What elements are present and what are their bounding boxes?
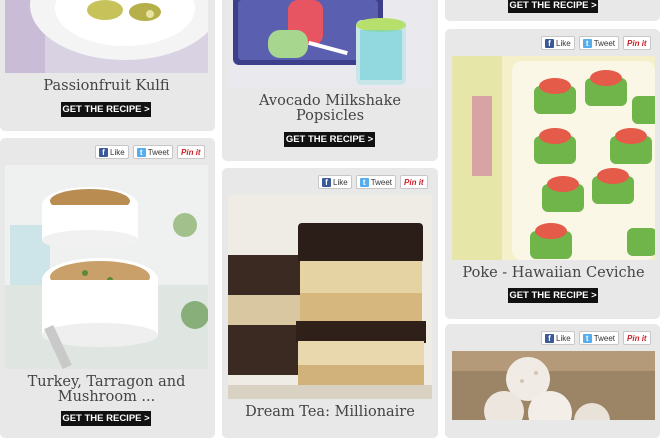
tweet-label: Tweet xyxy=(593,38,616,48)
recipe-photo[interactable] xyxy=(228,195,432,399)
tweet-button[interactable]: t Tweet xyxy=(355,175,397,189)
twitter-icon: t xyxy=(136,147,146,157)
recipe-card-doughnuts: f Like t Tweet Pin it xyxy=(445,324,660,438)
share-bar: f Like t Tweet Pin it xyxy=(95,145,205,159)
millionaire-shortbread-illustration xyxy=(228,195,432,399)
tweet-label: Tweet xyxy=(370,177,393,187)
like-label: Like xyxy=(556,333,571,343)
recipe-title[interactable]: Passionfruit Kulfi xyxy=(5,79,208,94)
facebook-like-button[interactable]: f Like xyxy=(541,36,575,50)
recipe-photo[interactable] xyxy=(5,165,208,369)
facebook-like-button[interactable]: f Like xyxy=(318,175,352,189)
sugared-doughnuts-illustration xyxy=(452,351,655,420)
facebook-icon: f xyxy=(545,333,554,343)
tweet-button[interactable]: t Tweet xyxy=(578,331,620,345)
pin-it-button[interactable]: Pin it xyxy=(177,145,205,159)
get-recipe-button[interactable]: GET THE RECIPE > xyxy=(508,288,598,303)
tweet-button[interactable]: t Tweet xyxy=(578,36,620,50)
turkey-ramekins-illustration xyxy=(5,165,208,369)
twitter-icon: t xyxy=(582,38,592,48)
facebook-like-button[interactable]: f Like xyxy=(541,331,575,345)
share-bar: f Like t Tweet Pin it xyxy=(318,175,428,189)
facebook-icon: f xyxy=(322,177,331,187)
pin-label: Pin it xyxy=(404,177,424,187)
pin-it-button[interactable]: Pin it xyxy=(400,175,428,189)
recipe-card-passionfruit-kulfi: Passionfruit Kulfi GET THE RECIPE > xyxy=(0,0,215,131)
recipe-title[interactable]: Dream Tea: Millionaire xyxy=(228,405,432,420)
facebook-like-button[interactable]: f Like xyxy=(95,145,129,159)
kulfi-dish-illustration xyxy=(5,0,208,73)
pin-label: Pin it xyxy=(627,38,647,48)
tweet-button[interactable]: t Tweet xyxy=(132,145,174,159)
recipe-photo[interactable] xyxy=(5,0,208,73)
get-recipe-button[interactable]: GET THE RECIPE > xyxy=(284,132,375,147)
like-label: Like xyxy=(110,147,125,157)
get-recipe-button[interactable]: GET THE RECIPE > xyxy=(61,411,151,426)
like-label: Like xyxy=(333,177,348,187)
tweet-label: Tweet xyxy=(147,147,170,157)
share-bar: f Like t Tweet Pin it xyxy=(541,331,651,345)
recipe-card-millionaire: f Like t Tweet Pin it Dream Tea: Millionai… xyxy=(222,168,438,438)
tweet-label: Tweet xyxy=(593,333,616,343)
twitter-icon: t xyxy=(359,177,369,187)
pin-label: Pin it xyxy=(627,333,647,343)
pin-label: Pin it xyxy=(181,147,201,157)
pin-it-button[interactable]: Pin it xyxy=(623,331,651,345)
recipe-card-top-right: GET THE RECIPE > xyxy=(445,0,660,21)
recipe-card-avocado-popsicles: Avocado Milkshake Popsicles GET THE RECI… xyxy=(222,0,438,161)
pin-it-button[interactable]: Pin it xyxy=(623,36,651,50)
recipe-photo[interactable] xyxy=(452,351,655,420)
recipe-photo[interactable] xyxy=(452,56,655,260)
get-recipe-button[interactable]: GET THE RECIPE > xyxy=(61,102,151,117)
facebook-icon: f xyxy=(545,38,554,48)
recipe-title[interactable]: Avocado Milkshake Popsicles xyxy=(238,94,422,124)
like-label: Like xyxy=(556,38,571,48)
recipe-title[interactable]: Turkey, Tarragon and Mushroom ... xyxy=(5,375,208,405)
facebook-icon: f xyxy=(99,147,108,157)
recipe-card-turkey-tarragon: f Like t Tweet Pin it Turkey, Tarragon and… xyxy=(0,138,215,438)
poke-cucumber-cups-illustration xyxy=(452,56,655,260)
get-recipe-button[interactable]: GET THE RECIPE > xyxy=(508,0,598,13)
popsicles-illustration xyxy=(228,0,432,88)
recipe-card-poke: f Like t Tweet Pin it Poke - Hawaiian Ce… xyxy=(445,29,660,319)
share-bar: f Like t Tweet Pin it xyxy=(541,36,651,50)
recipe-photo[interactable] xyxy=(228,0,432,88)
twitter-icon: t xyxy=(582,333,592,343)
recipe-title[interactable]: Poke - Hawaiian Ceviche xyxy=(452,266,655,281)
